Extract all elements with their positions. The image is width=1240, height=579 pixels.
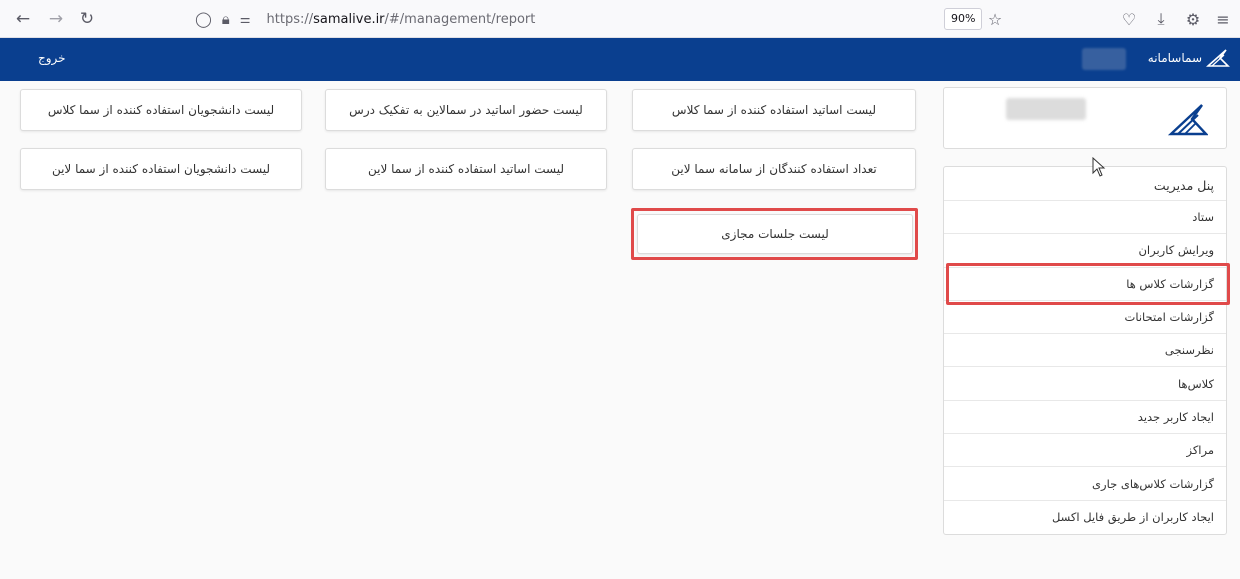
report-user-count-button[interactable]: تعداد استفاده کنندگان از سامانه سما لاین [632, 148, 916, 190]
org-name-redacted [1006, 98, 1086, 120]
zoom-level-badge[interactable]: 90% [944, 8, 983, 30]
sidebar-item-import-users-excel[interactable]: ایجاد کاربران از طریق فایل اکسل [944, 501, 1226, 534]
sama-logo-icon [1206, 49, 1230, 67]
menu-hamburger-icon[interactable]: ≡ [1212, 8, 1234, 30]
sidebar-item-create-user[interactable]: ایجاد کاربر جدید [944, 401, 1226, 435]
shield-icon[interactable]: ◯ [195, 10, 212, 28]
app-header: خروج سماسامانه [0, 38, 1240, 81]
permissions-icon[interactable]: ⚌ [240, 12, 251, 26]
reload-icon[interactable]: ↻ [76, 8, 98, 30]
sama-logo-icon [1168, 104, 1208, 136]
user-name-redacted [1082, 48, 1126, 70]
report-students-samaclass-button[interactable]: لیست دانشجویان استفاده کننده از سما کلاس [20, 89, 302, 131]
sidebar-item-classes[interactable]: کلاس‌ها [944, 367, 1226, 401]
report-teachers-samaclass-button[interactable]: لیست اساتید استفاده کننده از سما کلاس [632, 89, 916, 131]
lock-icon[interactable]: 🔒︎ [222, 10, 230, 28]
sidebar-item-admin-panel[interactable]: پنل مدیریت [944, 167, 1226, 201]
report-teacher-attendance-button[interactable]: لیست حضور اساتید در سمالاین به تفکیک درس [325, 89, 607, 131]
sidebar-item-staff[interactable]: ستاد [944, 201, 1226, 235]
back-arrow-icon[interactable]: ← [12, 8, 34, 30]
mouse-cursor-icon [1092, 157, 1106, 177]
bookmark-star-icon[interactable]: ☆ [984, 8, 1006, 30]
extension-icon[interactable]: ⚙ [1182, 8, 1204, 30]
highlight-box-class-reports [946, 263, 1230, 305]
pocket-icon[interactable]: ♡ [1118, 8, 1140, 30]
logo-card [943, 87, 1227, 149]
sidebar-item-current-class-reports[interactable]: گزارشات کلاس‌های جاری [944, 467, 1226, 501]
report-teachers-samaline-button[interactable]: لیست اساتید استفاده کننده از سما لاین [325, 148, 607, 190]
brand-name: سماسامانه [1147, 51, 1202, 65]
brand-logo[interactable]: سماسامانه [1148, 48, 1230, 68]
forward-arrow-icon[interactable]: → [45, 8, 67, 30]
sidebar-item-exam-reports[interactable]: گزارشات امتحانات [944, 301, 1226, 335]
address-bar[interactable]: ◯ 🔒︎ ⚌ https://samalive.ir/#/management/… [195, 5, 1015, 33]
download-icon[interactable]: ⤓ [1150, 8, 1172, 30]
highlight-box-virtual-sessions [631, 208, 918, 260]
sidebar-item-survey[interactable]: نظرسنجی [944, 334, 1226, 368]
logout-link[interactable]: خروج [38, 51, 66, 65]
sidebar-menu: پنل مدیریت ستاد ویرایش کاربران گزارشات ک… [943, 166, 1227, 535]
sidebar-item-centers[interactable]: مراکز [944, 434, 1226, 468]
report-students-samaline-button[interactable]: لیست دانشجویان استفاده کننده از سما لاین [20, 148, 302, 190]
url-text[interactable]: https://samalive.ir/#/management/report [267, 12, 536, 27]
browser-toolbar: ← → ↻ ◯ 🔒︎ ⚌ https://samalive.ir/#/manag… [0, 0, 1240, 38]
